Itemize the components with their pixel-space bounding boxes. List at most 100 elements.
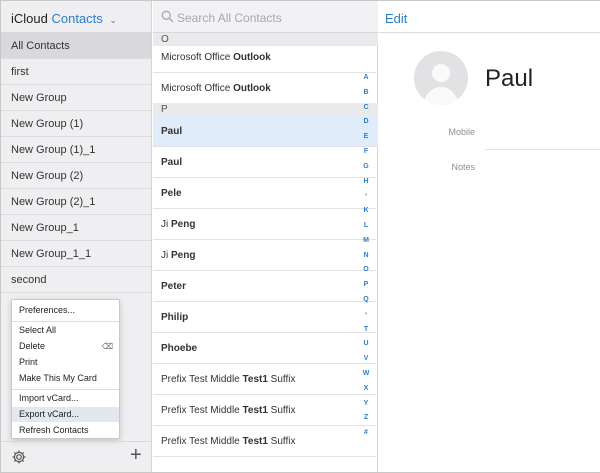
group-item-second[interactable]: second: [1, 267, 151, 293]
contact-row[interactable]: Prefix Test Middle Test1 Suffix: [153, 426, 378, 457]
index-letter[interactable]: U: [359, 340, 373, 347]
index-letter[interactable]: G: [359, 163, 373, 170]
contact-detail: Edit Paul Mobile Notes: [379, 1, 600, 472]
contact-last-name: Peter: [161, 281, 187, 292]
field-label-mobile: Mobile: [448, 127, 475, 137]
alphabet-index[interactable]: A B C D E F G H • K L M N O P Q • T U V W X Y Z #: [359, 74, 373, 452]
group-item-new-group_1[interactable]: New Group_1: [1, 215, 151, 241]
contact-last-name: Test1: [242, 436, 268, 447]
group-item-new-group_1_1[interactable]: New Group_1_1: [1, 241, 151, 267]
contact-last-name: Outlook: [233, 52, 271, 63]
group-item-first[interactable]: first: [1, 59, 151, 85]
app-switcher[interactable]: iCloud Contacts ⌄: [1, 1, 152, 33]
contact-first-name: Microsoft Office: [161, 83, 234, 94]
index-letter[interactable]: D: [359, 118, 373, 125]
index-letter[interactable]: V: [359, 355, 373, 362]
index-letter[interactable]: O: [359, 266, 373, 273]
index-letter[interactable]: A: [359, 74, 373, 81]
contact-suffix: Suffix: [267, 436, 296, 447]
contact-row[interactable]: Phoebe: [153, 333, 378, 364]
contact-first-name: Ji: [161, 250, 171, 261]
contact-row[interactable]: Microsoft Office Outlook: [153, 73, 378, 104]
contact-row[interactable]: Paul: [153, 147, 378, 178]
contact-suffix: Suffix: [267, 405, 296, 416]
contact-list: Search All Contacts O Microsoft Office O…: [153, 1, 378, 472]
gear-icon[interactable]: [11, 449, 27, 465]
contact-row[interactable]: Microsoft Office Outlook: [153, 42, 378, 73]
menu-item-delete[interactable]: Delete ⌫: [12, 339, 119, 354]
index-letter[interactable]: H: [359, 178, 373, 185]
contact-last-name: Outlook: [233, 83, 271, 94]
menu-item-refresh-contacts[interactable]: Refresh Contacts: [12, 423, 119, 438]
group-item-all-contacts[interactable]: All Contacts: [1, 33, 151, 59]
index-letter[interactable]: P: [359, 281, 373, 288]
menu-separator: [12, 389, 119, 390]
contact-suffix: Suffix: [267, 374, 296, 385]
group-item-new-group-2-1[interactable]: New Group (2)_1: [1, 189, 151, 215]
contact-row[interactable]: Ji Peng: [153, 209, 378, 240]
search-placeholder: Search All Contacts: [177, 11, 282, 25]
index-letter[interactable]: B: [359, 89, 373, 96]
contact-last-name: Test1: [242, 374, 268, 385]
index-letter[interactable]: •: [359, 311, 373, 318]
index-letter[interactable]: L: [359, 222, 373, 229]
search-icon: [161, 10, 174, 23]
contact-first-name: Prefix Test Middle: [161, 405, 243, 416]
contact-last-name: Peng: [171, 219, 196, 230]
contact-last-name: Peng: [171, 250, 196, 261]
contact-last-name: Paul: [161, 157, 183, 168]
menu-separator: [12, 321, 119, 322]
contact-row-selected[interactable]: Paul: [153, 116, 378, 147]
index-letter[interactable]: K: [359, 207, 373, 214]
search-bar[interactable]: Search All Contacts: [153, 1, 378, 33]
menu-item-preferences[interactable]: Preferences...: [12, 303, 119, 318]
contacts-window: iCloud Contacts ⌄ All Contacts first New…: [0, 0, 600, 473]
group-item-new-group[interactable]: New Group: [1, 85, 151, 111]
menu-item-print[interactable]: Print: [12, 355, 119, 370]
contact-name: Paul: [485, 65, 534, 92]
sidebar: iCloud Contacts ⌄ All Contacts first New…: [1, 1, 152, 472]
index-letter[interactable]: C: [359, 104, 373, 111]
index-letter[interactable]: M: [359, 237, 373, 244]
contact-row[interactable]: Philip: [153, 302, 378, 333]
menu-item-import-vcard[interactable]: Import vCard...: [12, 391, 119, 406]
menu-item-make-my-card[interactable]: Make This My Card: [12, 371, 119, 386]
chevron-down-icon: ⌄: [109, 15, 117, 25]
edit-button[interactable]: Edit: [385, 11, 407, 26]
contact-last-name: Test1: [242, 405, 268, 416]
index-letter[interactable]: Q: [359, 296, 373, 303]
index-letter[interactable]: E: [359, 133, 373, 140]
contact-row[interactable]: Pele: [153, 178, 378, 209]
contact-row[interactable]: Prefix Test Middle Test1 Suffix: [153, 395, 378, 426]
settings-menu: Preferences... Select All Delete ⌫ Print…: [11, 299, 120, 439]
contact-row[interactable]: Prefix Test Middle Test1 Suffix: [153, 364, 378, 395]
detail-header: Edit: [379, 1, 600, 33]
contact-first-name: Microsoft Office: [161, 52, 234, 63]
sidebar-footer: +: [1, 441, 152, 472]
index-letter[interactable]: F: [359, 148, 373, 155]
index-letter[interactable]: N: [359, 252, 373, 259]
contact-row[interactable]: Ji Peng: [153, 240, 378, 271]
index-letter[interactable]: X: [359, 385, 373, 392]
index-letter[interactable]: Y: [359, 400, 373, 407]
group-item-new-group-1[interactable]: New Group (1): [1, 111, 151, 137]
contact-first-name: Ji: [161, 219, 171, 230]
menu-item-export-vcard[interactable]: Export vCard...: [12, 407, 119, 422]
app-name: Contacts: [51, 11, 103, 26]
group-item-new-group-1-1[interactable]: New Group (1)_1: [1, 137, 151, 163]
contact-last-name: Pele: [161, 188, 182, 199]
group-list: All Contacts first New Group New Group (…: [1, 33, 151, 293]
contact-row[interactable]: Peter: [153, 271, 378, 302]
section-header-p: P: [153, 103, 378, 116]
delete-key-icon: ⌫: [101, 342, 113, 351]
index-letter[interactable]: W: [359, 370, 373, 377]
group-item-new-group-2[interactable]: New Group (2): [1, 163, 151, 189]
index-letter[interactable]: #: [359, 429, 373, 436]
plus-icon[interactable]: +: [130, 445, 142, 465]
index-letter[interactable]: T: [359, 326, 373, 333]
index-letter[interactable]: •: [359, 192, 373, 199]
field-divider: [485, 149, 600, 150]
contact-first-name: Prefix Test Middle: [161, 374, 243, 385]
index-letter[interactable]: Z: [359, 414, 373, 421]
menu-item-select-all[interactable]: Select All: [12, 323, 119, 338]
